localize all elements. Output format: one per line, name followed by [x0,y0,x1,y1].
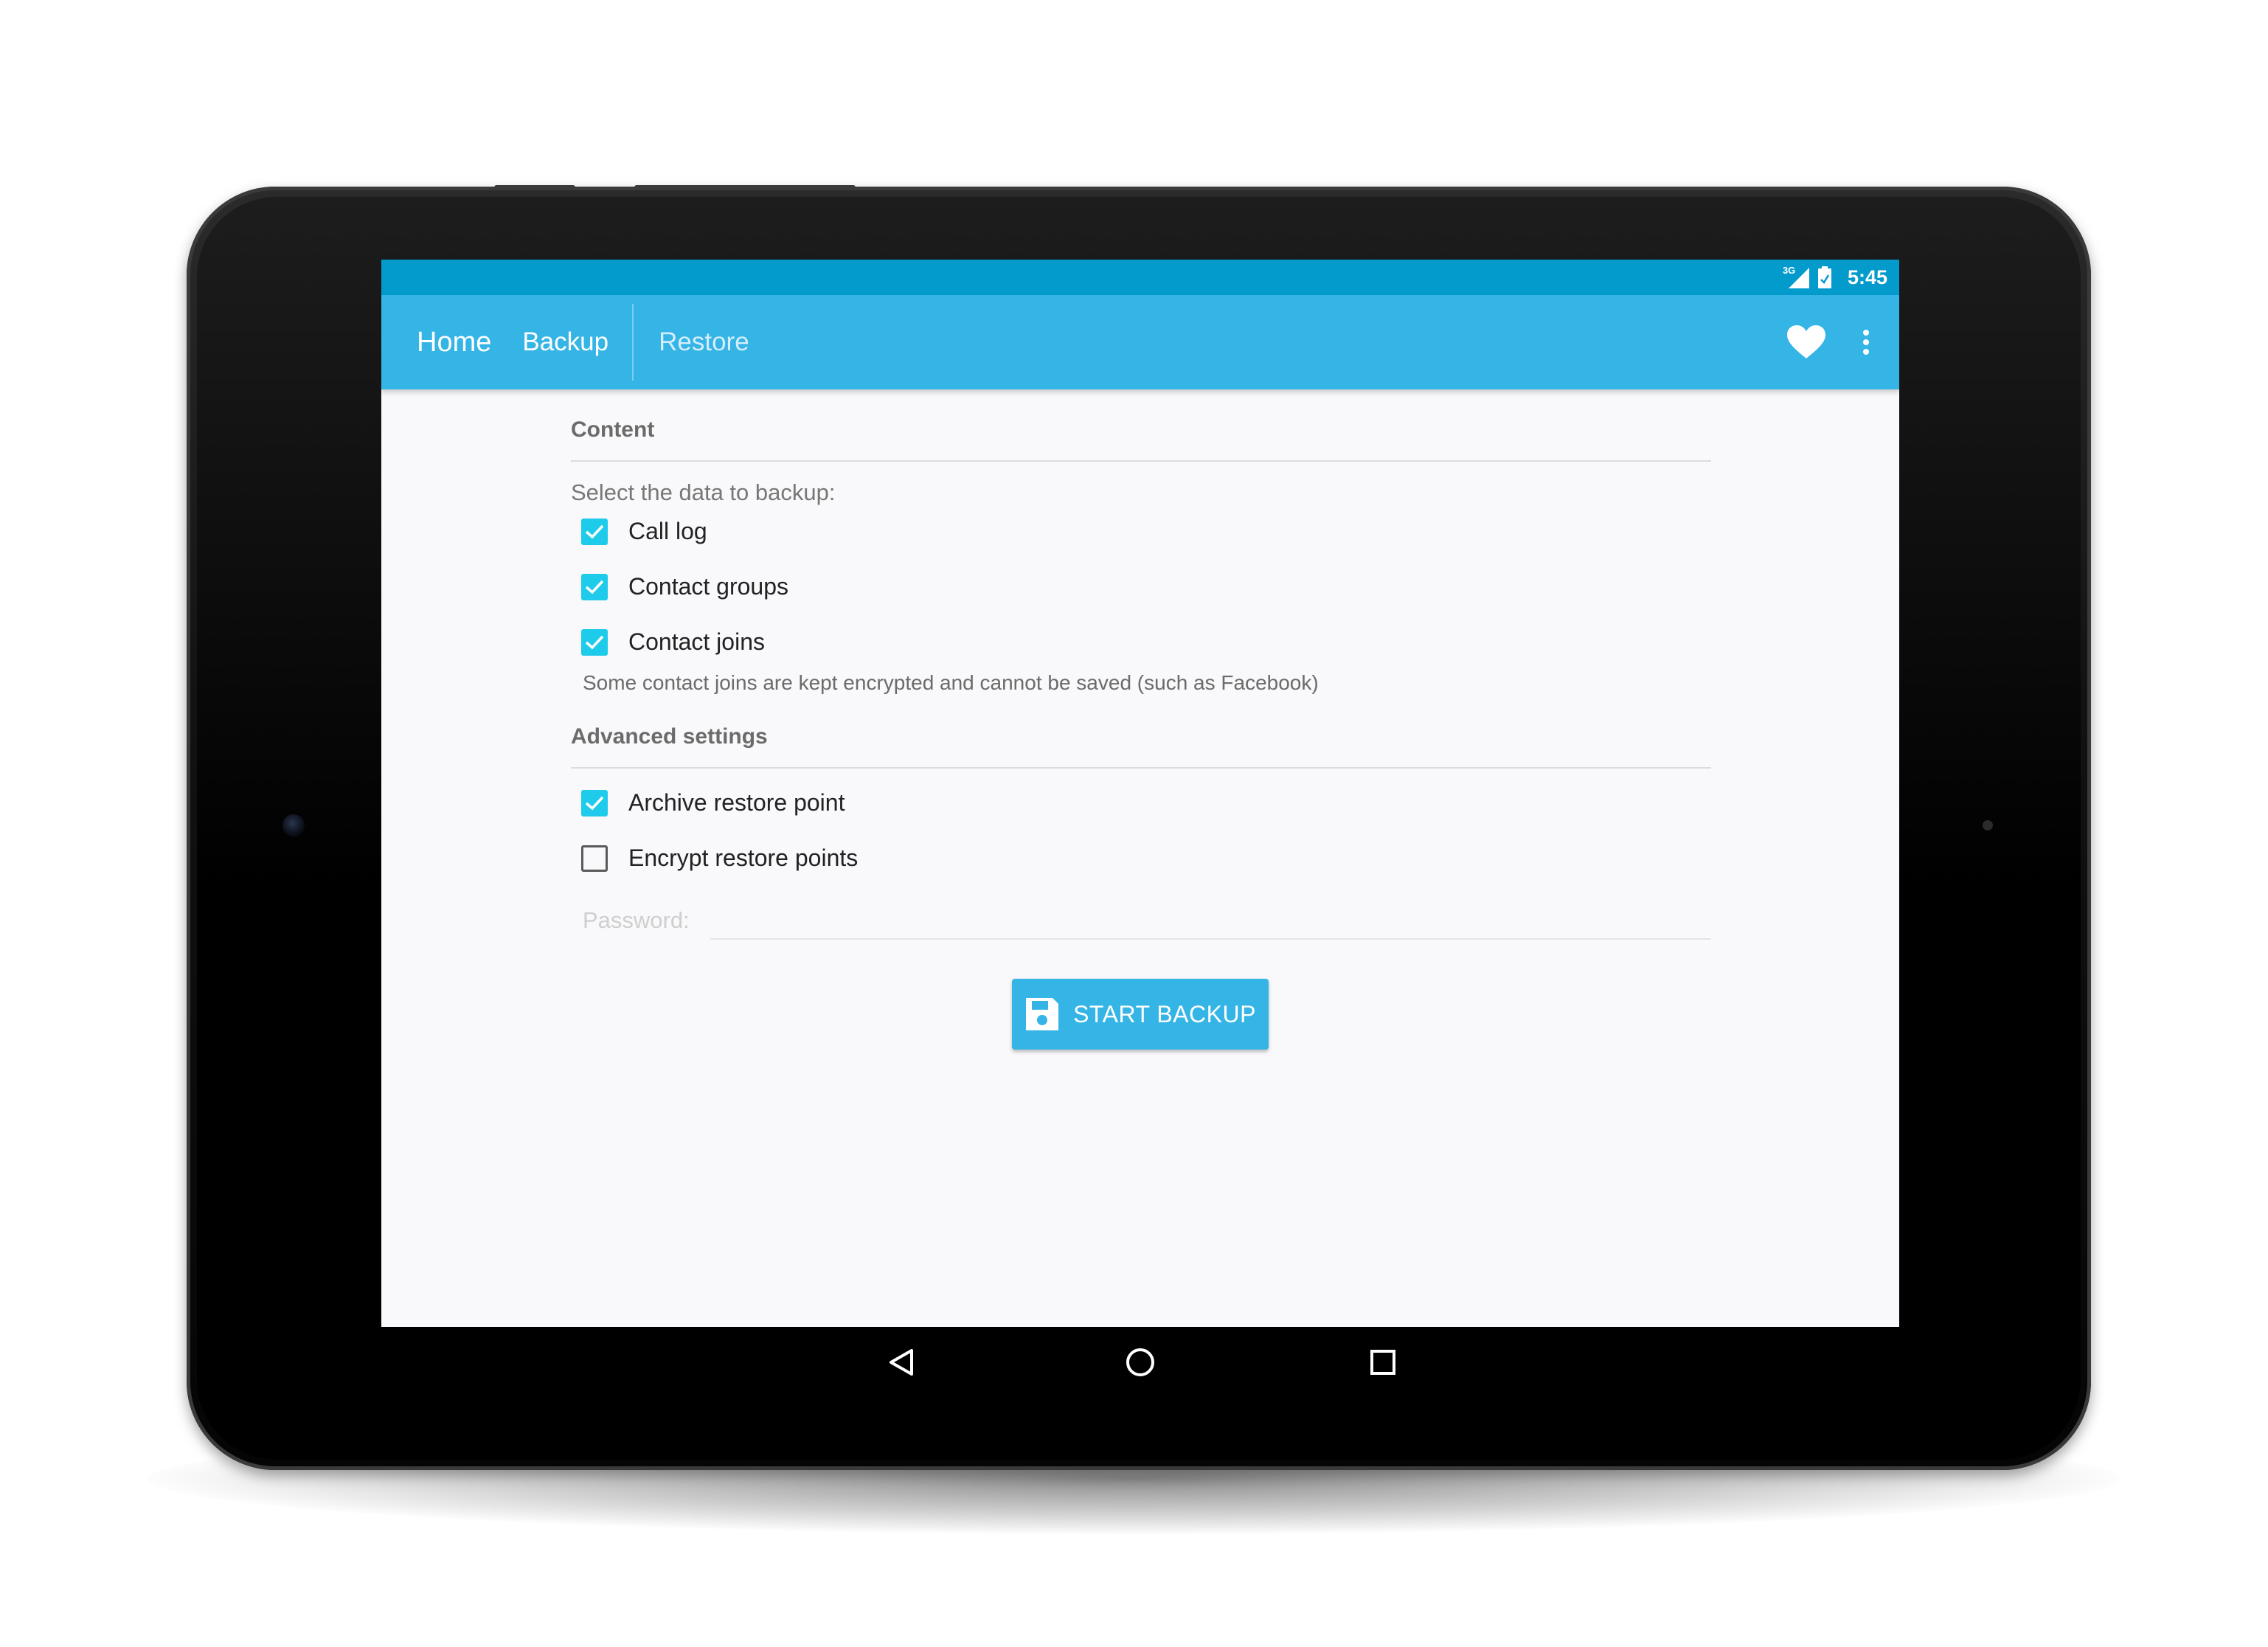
option-archive-restore-point[interactable]: Archive restore point [581,789,845,816]
checkbox-checked[interactable] [581,789,608,816]
app-screen: 3G 5:45 Home Backup Restore Content Sele… [381,260,1899,1327]
section-header-advanced: Advanced settings [571,724,768,749]
joins-note: Some contact joins are kept encrypted an… [583,671,1319,694]
heart-icon[interactable] [1787,325,1825,359]
option-contact-joins[interactable]: Contact joins [581,628,765,656]
checkbox-checked[interactable] [581,628,608,656]
scene: 3G 5:45 Home Backup Restore Content Sele… [0,0,2268,1647]
power-button [634,185,856,190]
clock: 5:45 [1847,266,1887,288]
more-vert-icon[interactable] [1862,329,1870,356]
advanced-divider [571,767,1711,769]
option-label: Call log [628,518,707,544]
recents-icon[interactable] [1346,1327,1420,1398]
light-sensor [1983,820,1993,831]
tab-backup[interactable]: Backup [522,295,632,389]
checkbox-unchecked[interactable] [581,845,608,872]
password-input[interactable] [710,938,1711,940]
app-title[interactable]: Home [417,327,491,358]
option-label: Contact groups [628,573,789,600]
start-backup-button[interactable]: START BACKUP [1012,979,1269,1050]
content-divider [571,460,1711,462]
password-label: Password: [583,907,690,933]
checkbox-checked[interactable] [581,518,608,545]
option-label: Contact joins [628,628,765,655]
tab-backup-label: Backup [522,327,609,356]
signal-icon: 3G [1783,265,1809,288]
back-icon[interactable] [864,1327,938,1398]
section-header-content: Content [571,417,655,442]
option-encrypt-restore-points[interactable]: Encrypt restore points [581,845,858,872]
status-bar: 3G 5:45 [381,260,1899,295]
option-contact-groups[interactable]: Contact groups [581,573,788,600]
navigation-bar [381,1327,1899,1398]
tab-restore[interactable]: Restore [634,295,749,389]
app-actions [1787,295,1870,389]
home-icon[interactable] [1103,1327,1177,1398]
option-label: Encrypt restore points [628,845,859,871]
option-label: Archive restore point [628,789,845,816]
data-prompt: Select the data to backup: [571,479,836,505]
start-backup-label: START BACKUP [1073,1000,1256,1027]
checkbox-checked[interactable] [581,573,608,600]
volume-button [494,185,575,190]
front-camera [282,814,305,836]
app-bar: Home Backup Restore [381,295,1899,389]
option-call-log[interactable]: Call log [581,518,707,545]
tab-restore-label: Restore [659,327,749,356]
save-icon [1026,998,1059,1030]
battery-icon [1817,266,1831,288]
